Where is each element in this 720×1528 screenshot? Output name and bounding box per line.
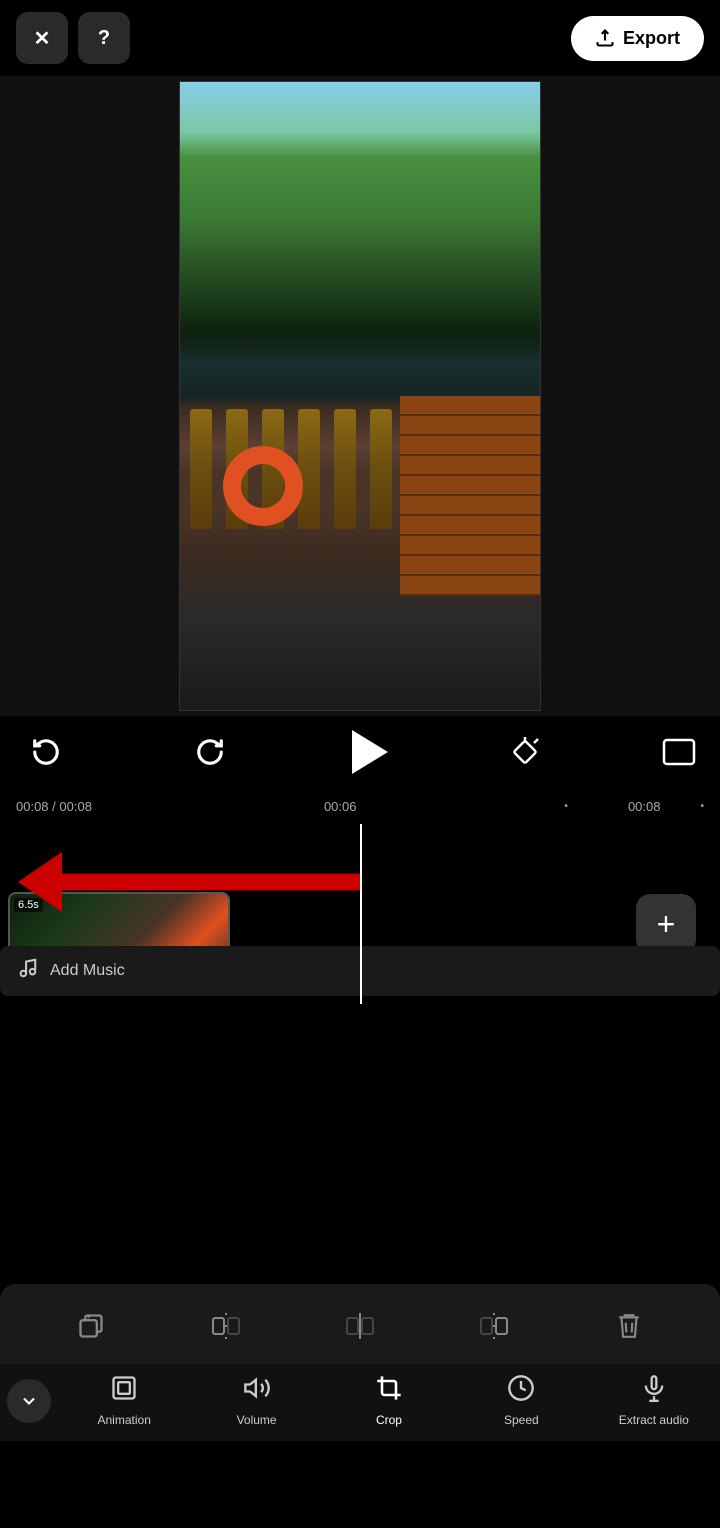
music-icon [16,957,38,985]
arrow-head [18,852,62,912]
nav-item-speed[interactable]: Speed [486,1374,556,1427]
nav-item-animation[interactable]: Animation [89,1374,159,1427]
fence-post [334,409,356,529]
nav-item-crop[interactable]: Crop [354,1374,424,1427]
split-left-button[interactable] [200,1304,252,1348]
mid-dot: • [564,801,568,812]
undo-button[interactable] [24,730,68,774]
nav-item-volume[interactable]: Volume [222,1374,292,1427]
help-button[interactable]: ? [78,12,130,64]
bottom-nav: Animation Volume Crop [0,1364,720,1441]
fence-post [298,409,320,529]
crop-icon [375,1374,403,1409]
split-left-icon [211,1312,241,1340]
volume-icon [243,1374,271,1409]
video-preview-container [0,76,720,716]
aspect-ratio-icon [662,738,696,766]
time-mid-marker: 00:06 [116,799,564,814]
export-button[interactable]: Export [571,16,704,61]
nav-items: Animation Volume Crop [58,1374,720,1427]
nav-item-extract-audio[interactable]: Extract audio [619,1374,689,1427]
trim-button[interactable] [334,1304,386,1348]
time-current: 00:08 [16,799,49,814]
redo-icon [195,737,225,767]
top-bar-left: ✕ ? [16,12,130,64]
play-icon [352,730,388,774]
crop-label: Crop [376,1413,402,1427]
arrow-body [62,868,362,896]
time-ruler: 00:08 / 00:08 00:06 • 00:08 • [0,788,720,824]
time-end-marker: 00:08 [628,799,661,814]
top-bar: ✕ ? Export [0,0,720,76]
toolbar-icons-row [0,1296,720,1356]
trim-icon [345,1312,375,1340]
playhead[interactable] [360,824,362,1004]
copy-clip-icon [77,1312,105,1340]
timeline-track-area: 6.5s + Add Music [0,824,720,1004]
animation-label: Animation [98,1413,151,1427]
end-dot: • [700,801,704,812]
fence-post [370,409,392,529]
bottom-toolbar [0,1284,720,1364]
collapse-circle[interactable] [7,1379,51,1423]
help-icon: ? [98,27,110,50]
close-button[interactable]: ✕ [16,12,68,64]
export-label: Export [623,28,680,49]
undo-icon [31,737,61,767]
animation-icon [110,1374,138,1409]
time-current-total: 00:08 / 00:08 [16,799,116,814]
add-music-label: Add Music [50,962,125,980]
brick-wall-overlay [400,396,540,596]
volume-label: Volume [237,1413,277,1427]
keyframe-icon [508,735,542,769]
video-preview [179,81,541,711]
fence-post [190,409,212,529]
redo-button[interactable] [188,730,232,774]
empty-timeline-area [0,1004,720,1284]
close-icon: ✕ [34,26,51,51]
extract-audio-icon [640,1374,668,1409]
copy-clip-button[interactable] [65,1304,117,1348]
export-icon [595,28,615,48]
extract-audio-label: Extract audio [619,1413,689,1427]
playback-controls [0,716,720,788]
timeline-wrapper: 00:08 / 00:08 00:06 • 00:08 • 6.5s + [0,788,720,1004]
time-total: 00:08 [59,799,92,814]
red-arrow-annotation [20,852,720,912]
split-right-button[interactable] [468,1304,520,1348]
delete-button[interactable] [603,1304,655,1348]
play-button[interactable] [352,730,388,774]
aspect-ratio-button[interactable] [662,738,696,766]
speed-label: Speed [504,1413,539,1427]
delete-icon [616,1312,642,1340]
chevron-down-icon [19,1391,39,1411]
split-right-icon [479,1312,509,1340]
keyframe-button[interactable] [508,735,542,769]
nav-collapse-btn[interactable] [0,1379,58,1423]
speed-icon [507,1374,535,1409]
